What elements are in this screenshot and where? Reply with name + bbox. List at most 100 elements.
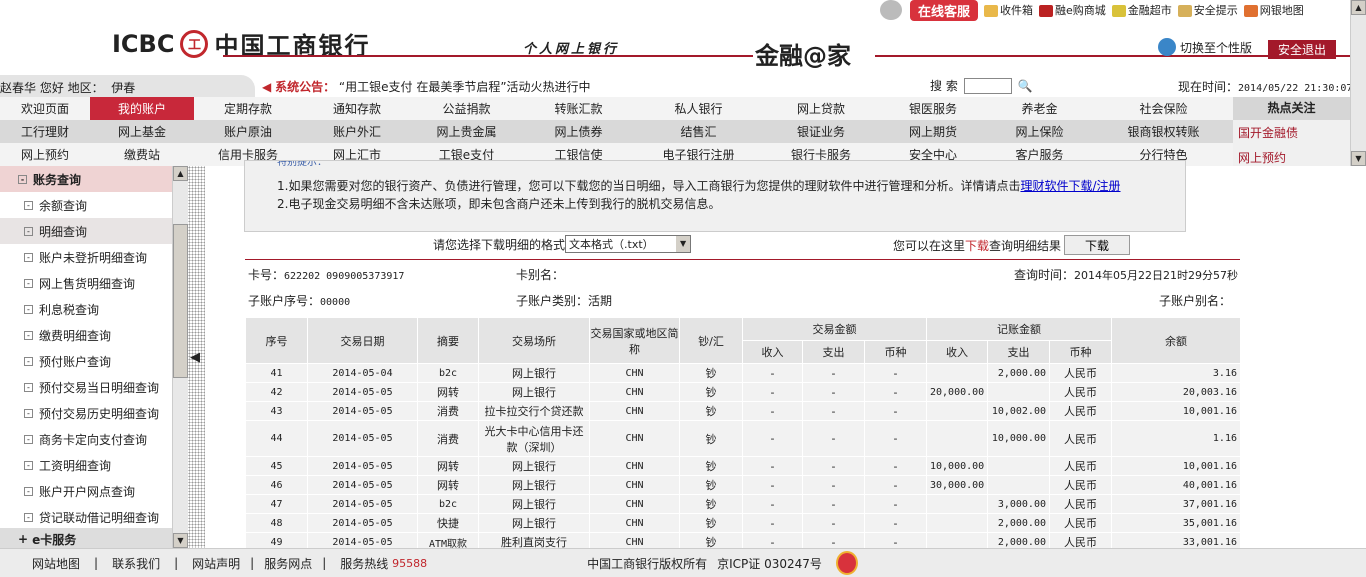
table-cell: - — [742, 420, 803, 457]
sidebar-item[interactable]: - 网上售货明细查询 — [0, 270, 172, 296]
col-header: 序号 — [245, 317, 308, 364]
nav-item[interactable]: 网上期货 — [881, 120, 985, 143]
mall-link[interactable]: 融e购商城 — [1039, 2, 1106, 18]
table-cell — [926, 420, 988, 457]
footer-link[interactable]: 网站声明 — [192, 555, 240, 572]
sidebar-item[interactable]: - 账户开户网点查询 — [0, 478, 172, 504]
sidebar-section-account-query[interactable]: - 账务查询 — [0, 166, 172, 192]
nav-item[interactable]: 工行理财 — [0, 120, 90, 143]
nav-item[interactable]: 账户原油 — [194, 120, 302, 143]
sidebar-item[interactable]: - 明细查询 — [0, 218, 172, 244]
nav-item[interactable]: 我的账户 — [90, 97, 194, 120]
scroll-up-icon[interactable]: ▲ — [173, 166, 188, 181]
sidebar-item[interactable]: - 预付账户查询 — [0, 348, 172, 374]
sidebar-item[interactable]: - 贷记联动借记明细查询 — [0, 504, 172, 530]
finance-software-link[interactable]: 理财软件下载/注册 — [1020, 179, 1120, 193]
nav-item[interactable]: 养老金 — [985, 97, 1094, 120]
sidebar-section-ecard[interactable]: + e卡服务 — [0, 528, 172, 548]
sidebar-item[interactable]: - 利息税查询 — [0, 296, 172, 322]
sidebar-item[interactable]: - 预付交易当日明细查询 — [0, 374, 172, 400]
nav-item[interactable]: 银医服务 — [881, 97, 985, 120]
notice-link[interactable]: “用工银e支付 在最美季节启程”活动火热进行中 — [339, 80, 591, 94]
nav-item[interactable]: 私人银行 — [636, 97, 761, 120]
card-alias: 卡别名： — [516, 268, 565, 282]
nav-item[interactable]: 缴费站 — [90, 143, 194, 166]
nav-item[interactable]: 欢迎页面 — [0, 97, 90, 120]
footer-link[interactable]: 服务网点 — [264, 555, 312, 572]
nav-item[interactable]: 网上基金 — [90, 120, 194, 143]
nav-item[interactable]: 通知存款 — [302, 97, 412, 120]
scroll-down-icon[interactable]: ▼ — [173, 533, 188, 548]
nav-item[interactable]: 网上预约 — [0, 143, 90, 166]
nav-item[interactable]: 公益捐款 — [412, 97, 521, 120]
sidebar-item[interactable]: - 预付交易历史明细查询 — [0, 400, 172, 426]
site-map-link[interactable]: 网银地图 — [1243, 2, 1304, 18]
footer-link[interactable]: 网站地图 — [32, 555, 80, 572]
search-icon[interactable]: 🔍 — [1018, 79, 1033, 93]
table-cell: 33,001.16 — [1111, 532, 1240, 548]
table-cell: 拉卡拉交行个贷还款 — [478, 401, 590, 421]
table-cell: - — [742, 494, 803, 514]
sidebar-item[interactable]: - 账户未登折明细查询 — [0, 244, 172, 270]
nav-item[interactable]: 社会保险 — [1094, 97, 1233, 120]
table-cell: 网上银行 — [478, 513, 590, 533]
nav-item[interactable]: 转账汇款 — [521, 97, 636, 120]
service-avatar-icon — [880, 0, 902, 20]
sidebar-toggle[interactable]: ◀ — [188, 166, 205, 548]
nav-item[interactable]: 定期存款 — [194, 97, 302, 120]
transactions-table-wrap: 序号 交易日期 摘要 交易场所 交易国家或地区简称 钞/汇 交易金额 记账金额 … — [245, 317, 1240, 548]
table-cell: 49 — [245, 532, 308, 548]
collapse-icon: - — [18, 174, 27, 184]
table-cell: 网转 — [417, 456, 479, 476]
page-scrollbar[interactable]: ▲ ▼ — [1350, 0, 1366, 166]
table-cell: 消费 — [417, 420, 479, 457]
hot-item[interactable]: 国开金融债 — [1233, 120, 1350, 145]
table-cell: 网转 — [417, 382, 479, 402]
sidebar-scrollbar[interactable]: ▲ ▼ — [172, 166, 188, 548]
table-cell — [926, 363, 988, 383]
col-header: 余额 — [1111, 317, 1240, 364]
table-cell: - — [864, 420, 927, 457]
sidebar-item[interactable]: - 商务卡定向支付查询 — [0, 426, 172, 452]
expand-icon: + — [18, 532, 29, 546]
sidebar-item[interactable]: - 余额查询 — [0, 192, 172, 218]
collapse-arrow-icon[interactable]: ◀ — [190, 350, 200, 365]
inbox-link[interactable]: 收件箱 — [984, 2, 1033, 18]
search-input[interactable] — [963, 77, 1012, 94]
scroll-thumb[interactable] — [173, 224, 188, 378]
sidebar-item[interactable]: - 缴费明细查询 — [0, 322, 172, 348]
nav-item[interactable]: 网上贵金属 — [412, 120, 521, 143]
nav-item[interactable]: 网上贷款 — [761, 97, 881, 120]
chevron-down-icon[interactable]: ▼ — [676, 236, 691, 252]
format-select[interactable]: 文本格式（.txt） ▼ — [565, 235, 692, 253]
nav-item[interactable]: 网上保险 — [985, 120, 1094, 143]
download-button[interactable]: 下载 — [1064, 235, 1131, 255]
sub-account-alias: 子账户别名： — [1158, 294, 1231, 308]
logout-button[interactable]: 安全退出 — [1268, 40, 1337, 59]
scroll-up-icon[interactable]: ▲ — [1351, 0, 1366, 15]
nav-item[interactable]: 结售汇 — [636, 120, 761, 143]
table-cell: 45 — [245, 456, 308, 476]
sidebar-item[interactable]: - 工资明细查询 — [0, 452, 172, 478]
table-cell: 2014-05-05 — [307, 532, 418, 548]
item-icon: - — [24, 486, 33, 496]
table-cell: - — [802, 382, 865, 402]
col-subheader: 币种 — [1049, 340, 1112, 364]
scroll-down-icon[interactable]: ▼ — [1351, 151, 1366, 166]
nav-item[interactable]: 银证业务 — [761, 120, 881, 143]
online-service-button[interactable]: 在线客服 — [910, 0, 979, 21]
nav-item[interactable]: 网上债券 — [521, 120, 636, 143]
nav-item[interactable]: 银商银权转账 — [1094, 120, 1233, 143]
nav-item[interactable]: 账户外汇 — [302, 120, 412, 143]
table-cell: 网上银行 — [478, 363, 590, 383]
security-tips-link[interactable]: 安全提示 — [1177, 2, 1238, 18]
table-cell: 44 — [245, 420, 308, 457]
hot-item[interactable]: 网上预约 — [1233, 145, 1350, 170]
table-cell — [926, 401, 988, 421]
police-badge-icon[interactable] — [835, 551, 858, 575]
finance-market-link[interactable]: 金融超市 — [1111, 2, 1172, 18]
switch-version-link[interactable]: 切换至个性版 — [1158, 38, 1252, 56]
footer-link[interactable]: 联系我们 — [112, 555, 160, 572]
basket-icon — [1111, 5, 1126, 17]
table-cell: 2014-05-05 — [307, 494, 418, 514]
